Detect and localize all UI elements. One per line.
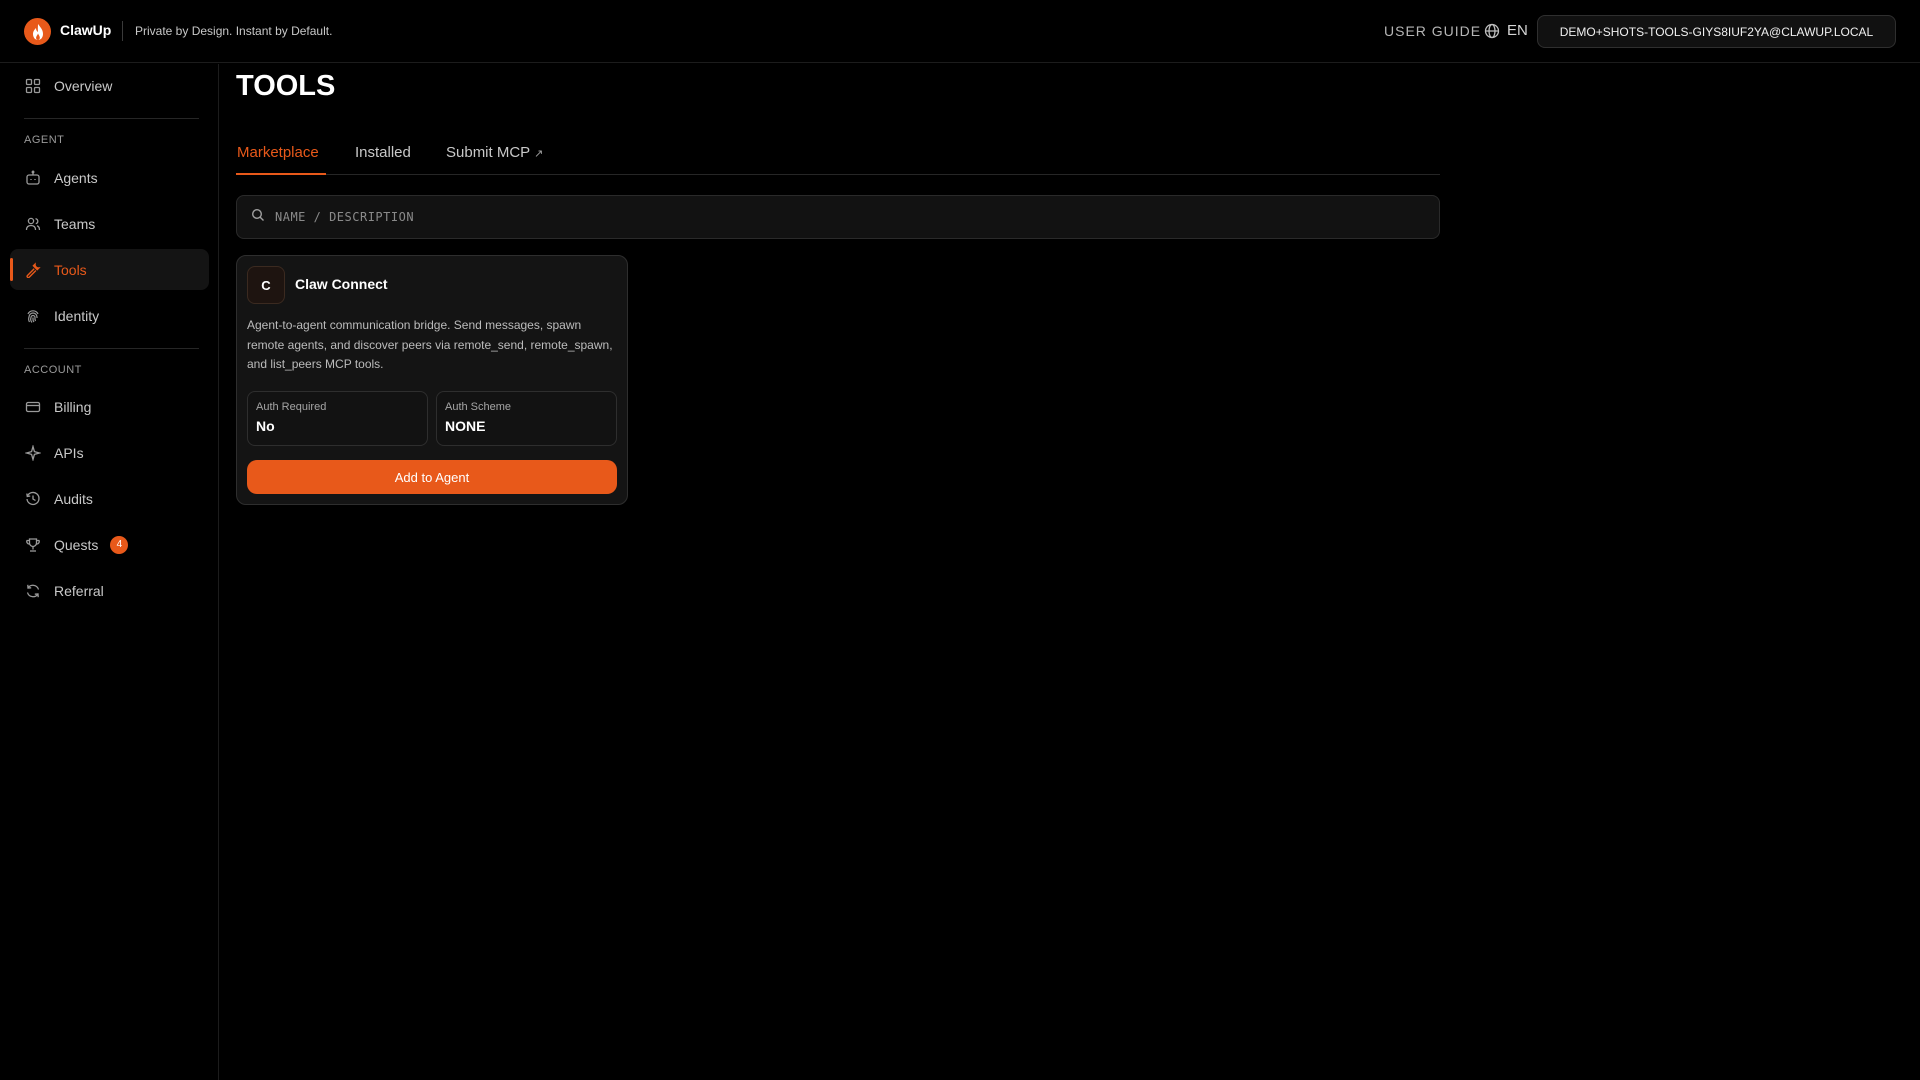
sidebar-item-label: Referral: [54, 582, 104, 599]
sidebar-divider: [24, 118, 199, 119]
auth-scheme-value: NONE: [445, 418, 486, 434]
sidebar-item-identity[interactable]: Identity: [10, 295, 209, 336]
top-header: ClawUp Private by Design. Instant by Def…: [0, 0, 1920, 63]
tab-marketplace[interactable]: Marketplace: [237, 144, 319, 161]
sidebar-item-overview[interactable]: Overview: [10, 65, 209, 106]
sidebar-item-label: Overview: [54, 77, 113, 94]
sidebar-item-audits[interactable]: Audits: [10, 478, 209, 519]
sidebar-item-agents[interactable]: Agents: [10, 157, 209, 198]
header-divider: [122, 21, 123, 41]
clawup-logo-icon[interactable]: [24, 18, 51, 45]
grid-icon: [24, 77, 42, 95]
trophy-icon: [24, 536, 42, 554]
sidebar-item-label: Tools: [54, 261, 87, 278]
sidebar-item-label: Audits: [54, 490, 93, 507]
sidebar-divider: [24, 348, 199, 349]
brand-name[interactable]: ClawUp: [60, 22, 111, 38]
user-guide-link[interactable]: USER GUIDE: [1384, 23, 1481, 39]
section-label-account: ACCOUNT: [24, 364, 82, 376]
search-bar[interactable]: [236, 195, 1440, 239]
sidebar-item-label: Teams: [54, 215, 96, 232]
sidebar-item-apis[interactable]: APIs: [10, 432, 209, 473]
tab-bar: Marketplace Installed Submit MCP ↗: [236, 140, 1440, 175]
users-icon: [24, 215, 42, 233]
auth-required-box: Auth Required No: [247, 391, 428, 446]
fingerprint-icon: [24, 307, 42, 325]
sidebar-item-quests[interactable]: Quests 4: [10, 524, 209, 565]
account-email-button[interactable]: DEMO+SHOTS-TOOLS-GIYS8IUF2YA@CLAWUP.LOCA…: [1537, 15, 1896, 48]
globe-icon[interactable]: [1484, 23, 1500, 39]
tab-label: Submit MCP: [446, 144, 530, 161]
active-tab-indicator: [236, 173, 326, 175]
sidebar-item-referral[interactable]: Referral: [10, 570, 209, 611]
sparkle-icon: [24, 444, 42, 462]
auth-scheme-label: Auth Scheme: [445, 401, 512, 413]
auth-required-value: No: [256, 418, 275, 434]
auth-scheme-box: Auth Scheme NONE: [436, 391, 617, 446]
tool-title: Claw Connect: [295, 276, 388, 292]
add-to-agent-button[interactable]: Add to Agent: [247, 460, 617, 494]
external-link-icon: ↗: [534, 148, 544, 160]
tab-installed[interactable]: Installed: [355, 144, 411, 161]
sidebar-item-billing[interactable]: Billing: [10, 386, 209, 427]
section-label-agent: AGENT: [24, 134, 65, 146]
tool-card: C Claw Connect Agent-to-agent communicat…: [236, 255, 628, 505]
language-selector[interactable]: EN: [1507, 22, 1528, 39]
wrench-icon: [24, 261, 42, 279]
sidebar: Overview AGENT Agents Teams Tools Identi…: [0, 64, 219, 1080]
tool-description: Agent-to-agent communication bridge. Sen…: [247, 318, 613, 371]
history-icon: [24, 490, 42, 508]
auth-required-label: Auth Required: [256, 401, 327, 413]
search-input[interactable]: [275, 210, 1375, 224]
sidebar-item-label: Billing: [54, 398, 92, 415]
tool-avatar: C: [247, 266, 285, 304]
sidebar-item-tools[interactable]: Tools: [10, 249, 209, 290]
refresh-icon: [24, 582, 42, 600]
sidebar-item-label: Agents: [54, 169, 98, 186]
search-icon: [251, 208, 265, 227]
sidebar-item-label: APIs: [54, 444, 84, 461]
sidebar-item-label: Quests: [54, 536, 99, 553]
bot-icon: [24, 169, 42, 187]
credit-card-icon: [24, 398, 42, 416]
tagline: Private by Design. Instant by Default.: [135, 24, 333, 38]
tab-submit-mcp[interactable]: Submit MCP ↗: [446, 144, 543, 161]
page-title: TOOLS: [236, 70, 336, 102]
sidebar-item-label: Identity: [54, 307, 100, 324]
sidebar-item-teams[interactable]: Teams: [10, 203, 209, 244]
quests-count-badge: 4: [110, 535, 129, 554]
